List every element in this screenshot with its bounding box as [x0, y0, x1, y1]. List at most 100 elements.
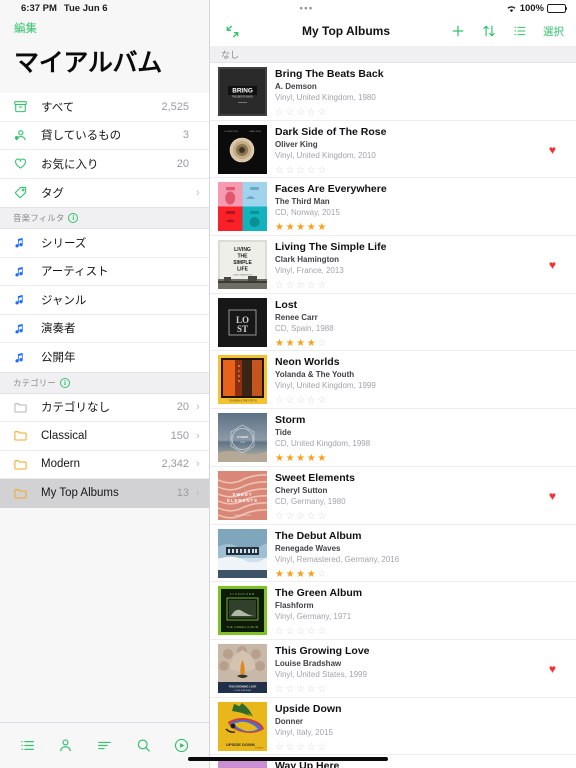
- list-view-icon[interactable]: [512, 23, 528, 39]
- album-cover[interactable]: SWEET ELEMENTS CHERYL SUTTON: [218, 470, 267, 520]
- star-3[interactable]: ☆: [296, 626, 307, 637]
- album-rating[interactable]: ☆☆☆☆☆: [275, 684, 576, 695]
- search-icon[interactable]: [135, 737, 152, 754]
- star-5[interactable]: ★: [317, 222, 328, 233]
- star-3[interactable]: ☆: [296, 395, 307, 406]
- star-1[interactable]: ☆: [275, 280, 286, 291]
- star-4[interactable]: ☆: [307, 165, 318, 176]
- star-2[interactable]: ★: [286, 222, 297, 233]
- star-5[interactable]: ☆: [317, 742, 328, 753]
- album-cover[interactable]: LO ST: [218, 297, 267, 347]
- album-row[interactable]: BRING THE BEATS BACK Bring The Beats Back…: [210, 63, 576, 121]
- star-1[interactable]: ☆: [275, 684, 286, 695]
- album-rating[interactable]: ★★★★★: [275, 454, 576, 464]
- list-icon[interactable]: [19, 737, 36, 754]
- album-rating[interactable]: ★★★★☆: [275, 338, 576, 349]
- edit-button[interactable]: 編集: [0, 16, 51, 36]
- select-button[interactable]: 選択: [543, 24, 564, 39]
- star-3[interactable]: ★: [296, 222, 307, 233]
- sidebar-item-favorites[interactable]: お気に入り 20: [0, 150, 209, 179]
- sidebar-item-modern[interactable]: Modern 2,342 ›: [0, 450, 209, 479]
- album-row[interactable]: STORM TIDE Storm Tide CD, United Kingdom,…: [210, 409, 576, 467]
- star-2[interactable]: ☆: [286, 165, 297, 176]
- album-cover[interactable]: OLIVER KING DARK SIDE: [218, 124, 267, 174]
- star-5[interactable]: ★: [317, 453, 328, 464]
- star-4[interactable]: ★: [307, 569, 318, 580]
- album-row[interactable]: LIVING THE SIMPLE LIFE CLARK HAMINGTON Livin…: [210, 236, 576, 294]
- album-row[interactable]: The Debut Album Renegade Waves Vinyl, Re…: [210, 525, 576, 583]
- star-5[interactable]: ☆: [317, 569, 328, 580]
- sidebar-item-series[interactable]: シリーズ: [0, 229, 209, 258]
- star-2[interactable]: ☆: [286, 511, 297, 522]
- star-3[interactable]: ☆: [296, 511, 307, 522]
- star-2[interactable]: ★: [286, 338, 297, 349]
- album-row[interactable]: FLASHFORM THE GREEN ALBUM The Green Album…: [210, 582, 576, 640]
- album-row[interactable]: SWEET ELEMENTS CHERYL SUTTON Sweet Element…: [210, 467, 576, 525]
- star-4[interactable]: ★: [307, 453, 318, 464]
- album-cover[interactable]: [218, 182, 267, 232]
- favorite-heart-icon[interactable]: ♥: [549, 489, 556, 503]
- star-2[interactable]: ☆: [286, 626, 297, 637]
- star-1[interactable]: ☆: [275, 742, 286, 753]
- album-cover[interactable]: THIS GROWING LOVE LOUISE BRADSHAW: [218, 643, 267, 693]
- sidebar-item-tags[interactable]: タグ ›: [0, 178, 209, 207]
- star-1[interactable]: ☆: [275, 511, 286, 522]
- star-5[interactable]: ☆: [317, 511, 328, 522]
- star-3[interactable]: ☆: [296, 742, 307, 753]
- star-4[interactable]: ☆: [307, 684, 318, 695]
- star-3[interactable]: ☆: [296, 165, 307, 176]
- sort-arrows-icon[interactable]: [481, 23, 497, 39]
- star-4[interactable]: ☆: [307, 395, 318, 406]
- favorite-heart-icon[interactable]: ♥: [549, 662, 556, 676]
- star-1[interactable]: ★: [275, 338, 286, 349]
- star-1[interactable]: ☆: [275, 107, 286, 118]
- album-cover[interactable]: [218, 528, 267, 578]
- sidebar-item-classical[interactable]: Classical 150 ›: [0, 422, 209, 451]
- star-4[interactable]: ☆: [307, 107, 318, 118]
- album-rating[interactable]: ★★★★★: [275, 223, 576, 233]
- star-2[interactable]: ★: [286, 453, 297, 464]
- info-icon[interactable]: i: [68, 213, 79, 223]
- star-1[interactable]: ★: [275, 569, 286, 580]
- album-cover[interactable]: UPSIDE DOWN DONNER: [218, 701, 267, 751]
- album-rating[interactable]: ☆☆☆☆☆: [275, 396, 576, 406]
- sidebar-item-artist[interactable]: アーティスト: [0, 257, 209, 286]
- star-3[interactable]: ★: [296, 569, 307, 580]
- star-4[interactable]: ☆: [307, 511, 318, 522]
- sidebar-item-all[interactable]: すべて 2,525: [0, 93, 209, 122]
- star-5[interactable]: ☆: [317, 107, 328, 118]
- sort-lines-icon[interactable]: [96, 737, 113, 754]
- album-list[interactable]: BRING THE BEATS BACK Bring The Beats Back…: [210, 63, 576, 768]
- album-row[interactable]: THIS GROWING LOVE LOUISE BRADSHAW This Gr…: [210, 640, 576, 698]
- favorite-heart-icon[interactable]: ♥: [549, 258, 556, 272]
- star-3[interactable]: ☆: [296, 280, 307, 291]
- add-icon[interactable]: [450, 23, 466, 39]
- album-cover[interactable]: BRING THE BEATS BACK: [218, 67, 267, 116]
- star-3[interactable]: ★: [296, 338, 307, 349]
- star-4[interactable]: ☆: [307, 742, 318, 753]
- star-1[interactable]: ☆: [275, 626, 286, 637]
- star-5[interactable]: ☆: [317, 626, 328, 637]
- star-4[interactable]: ★: [307, 338, 318, 349]
- album-rating[interactable]: ☆☆☆☆☆: [275, 627, 576, 637]
- album-cover[interactable]: LIVING THE SIMPLE LIFE CLARK HAMINGTON: [218, 240, 267, 290]
- star-3[interactable]: ☆: [296, 107, 307, 118]
- star-4[interactable]: ☆: [307, 626, 318, 637]
- album-cover[interactable]: N E O N YOLANDA & THE YOUTH: [218, 355, 267, 405]
- album-row[interactable]: OLIVER KING DARK SIDE Dark Side of The Ro…: [210, 121, 576, 179]
- star-2[interactable]: ☆: [286, 280, 297, 291]
- sidebar-item-performer[interactable]: 演奏者: [0, 314, 209, 343]
- album-row[interactable]: LO ST Lost Renee Carr CD, Spain, 1988 ★★★…: [210, 294, 576, 352]
- star-1[interactable]: ★: [275, 222, 286, 233]
- star-5[interactable]: ☆: [317, 395, 328, 406]
- star-1[interactable]: ☆: [275, 165, 286, 176]
- album-rating[interactable]: ★★★★☆: [275, 569, 576, 580]
- star-5[interactable]: ☆: [317, 165, 328, 176]
- star-5[interactable]: ☆: [317, 280, 328, 291]
- star-4[interactable]: ☆: [307, 280, 318, 291]
- album-row[interactable]: Faces Are Everywhere The Third Man CD, N…: [210, 178, 576, 237]
- star-3[interactable]: ☆: [296, 684, 307, 695]
- person-icon[interactable]: [57, 737, 74, 754]
- favorite-heart-icon[interactable]: ♥: [549, 143, 556, 157]
- star-5[interactable]: ☆: [317, 684, 328, 695]
